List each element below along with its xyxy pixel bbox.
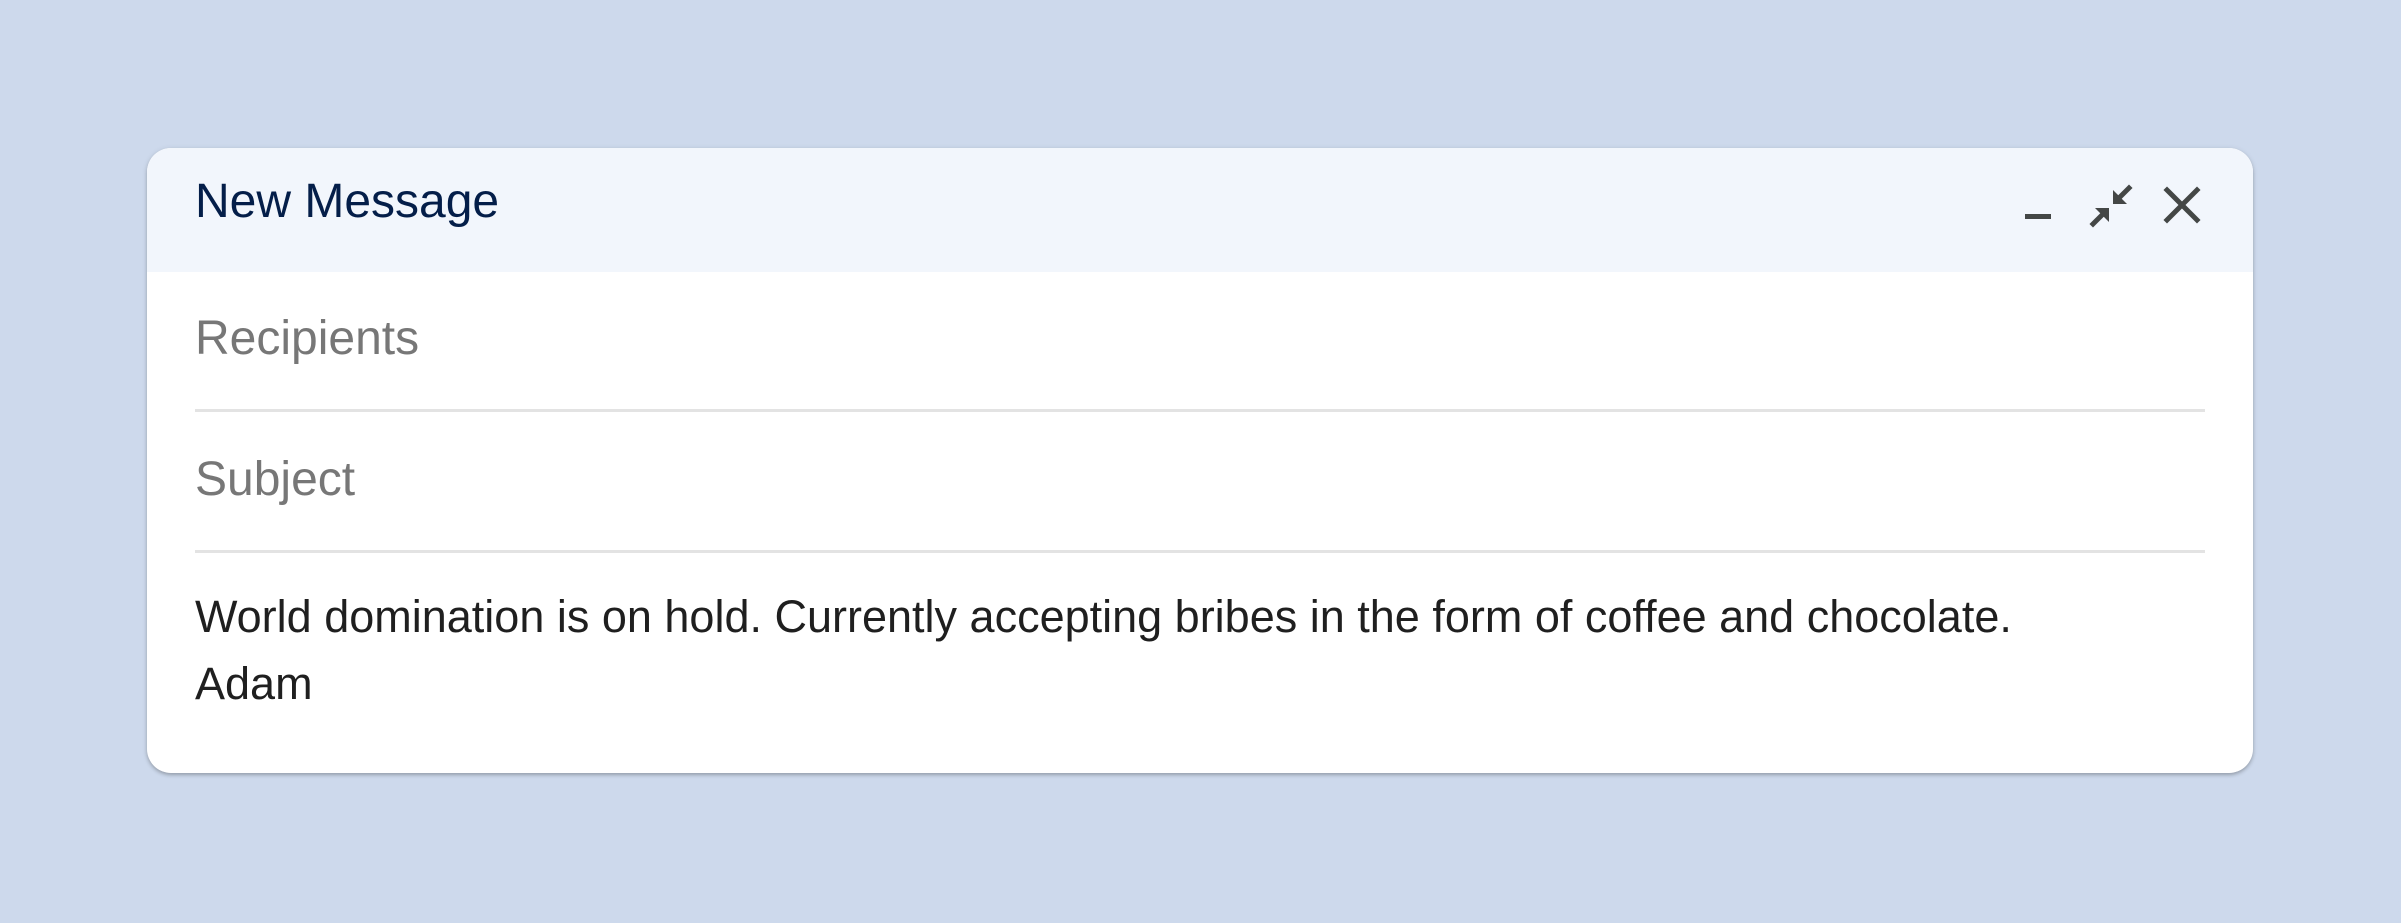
minimize-button[interactable] <box>2009 176 2069 236</box>
recipients-input[interactable] <box>195 306 2205 370</box>
collapse-arrows-icon <box>2089 184 2133 228</box>
close-icon <box>2163 186 2203 226</box>
subject-input[interactable] <box>195 447 2205 511</box>
recipients-field <box>195 272 2205 412</box>
message-body-line: World domination is on hold. Currently a… <box>195 591 2012 642</box>
compose-window: New Message Recipients Subject World dom… <box>147 148 2253 773</box>
subject-field <box>195 413 2205 553</box>
compose-header: New Message <box>147 148 2253 272</box>
message-signature: Adam <box>195 658 313 709</box>
close-button[interactable] <box>2153 176 2213 236</box>
minimize-icon <box>2019 186 2059 226</box>
header-controls <box>1997 176 2213 236</box>
message-body[interactable]: World domination is on hold. Currently a… <box>195 583 2205 717</box>
compose-title: New Message <box>195 175 500 228</box>
exit-fullscreen-button[interactable] <box>2081 176 2141 236</box>
